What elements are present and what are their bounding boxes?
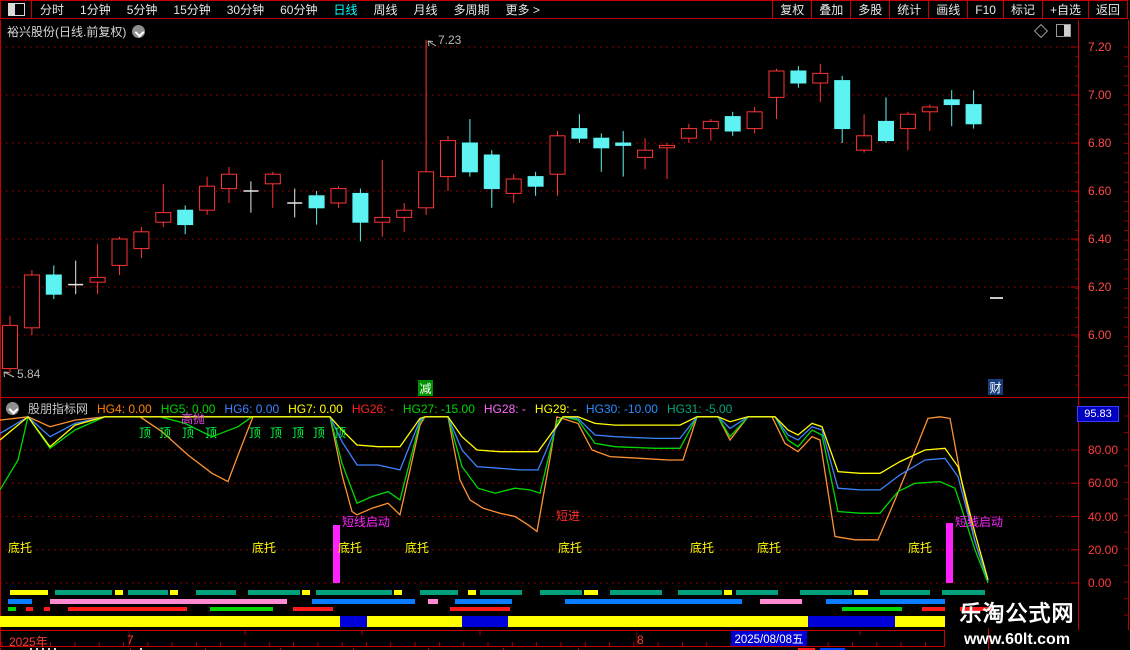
tab-daily[interactable]: 日线 [325,1,365,18]
topbar: 分时 1分钟 5分钟 15分钟 30分钟 60分钟 日线 周线 月线 多周期 更… [0,0,1128,19]
split-right-icon[interactable] [1056,24,1071,37]
topbar-right-buttons: 复权 叠加 多股 统计 画线 F10 标记 +自选 返回 [772,1,1127,18]
reduce-holdings-badge: 减 [418,380,433,396]
indicator-header[interactable]: 股朋指标网 HG4: 0.00 HG5: 0.00 HG6: 0.00 HG7: 0.… [6,400,732,417]
diamond-icon[interactable] [1033,23,1049,38]
layout-toggle-left[interactable] [1,1,32,18]
statistics-button[interactable]: 统计 [889,1,928,18]
tab-monthly[interactable]: 月线 [406,1,446,18]
tab-fenshi[interactable]: 分时 [32,1,72,18]
indicator-field-hg31: HG31: -5.00 [666,401,733,416]
timeline-axis[interactable]: 2025年 7 8 2025/08/08五 [0,630,945,649]
tab-more[interactable]: 更多 > [498,1,548,18]
back-button[interactable]: 返回 [1087,1,1127,18]
indicator-field-hg30: HG30: -10.00 [585,401,658,416]
indicator-field-hg4: HG4: 0.00 [97,401,152,416]
indicator-field-hg27: HG27: -15.00 [402,401,475,416]
add-watchlist-button[interactable]: +自选 [1041,1,1088,18]
indicator-name: 股朋指标网 [28,402,89,416]
tab-5min[interactable]: 5分钟 [119,1,166,18]
trading-app-window: 分时 1分钟 5分钟 15分钟 30分钟 60分钟 日线 周线 月线 多周期 更… [0,0,1130,650]
mark-button[interactable]: 标记 [1002,1,1042,18]
restore-rights-button[interactable]: 复权 [772,1,811,18]
high-price-annotation: 7.23 [438,33,462,47]
title-right-icons [1033,23,1071,38]
low-price-annotation: 5.84 [17,367,41,381]
timeline-month-8: 8 [637,633,644,647]
indicator-field-hg29: HG29: - [534,401,577,416]
finance-report-badge: 财 [988,379,1003,395]
draw-line-button[interactable]: 画线 [928,1,967,18]
multi-stock-button[interactable]: 多股 [850,1,889,18]
timeline-year-label: 2025年 [9,635,48,649]
indicator-field-hg5: HG5: 0.00 [160,401,216,416]
indicator-field-hg6: HG6: 0.00 [224,401,280,416]
timeline-date-box: 2025/08/08五 [731,631,807,646]
split-left-icon [7,3,25,16]
indicator-collapse-icon[interactable] [6,402,19,415]
tab-30min[interactable]: 30分钟 [219,1,272,18]
indicator-field-hg7: HG7: 0.00 [288,401,343,416]
overlay-button[interactable]: 叠加 [811,1,850,18]
tab-multi-period[interactable]: 多周期 [446,1,498,18]
watermark-url: www.60lt.com [963,631,1071,648]
tab-15min[interactable]: 15分钟 [165,1,218,18]
watermark: 乐淘公式网 www.60lt.com [952,596,1082,649]
chart-title: 裕兴股份(日线.前复权) [7,25,127,39]
f10-button[interactable]: F10 [967,1,1003,18]
indicator-field-hg26: HG26: - [351,401,394,416]
indicator-value-box: 95.83 [1077,406,1119,422]
indicator-fields: HG4: 0.00 HG5: 0.00 HG6: 0.00 HG7: 0.00 HG26… [97,402,732,416]
watermark-site-name: 乐淘公式网 [959,601,1075,626]
tab-weekly[interactable]: 周线 [365,1,405,18]
tab-1min[interactable]: 1分钟 [72,1,119,18]
chart-title-bar[interactable]: 裕兴股份(日线.前复权) [7,23,146,40]
indicator-field-hg28: HG28: - [483,401,526,416]
chevron-down-icon[interactable] [132,25,146,38]
tab-60min[interactable]: 60分钟 [272,1,325,18]
chart-canvas[interactable] [0,0,1130,650]
timeline-month-7: 7 [127,633,134,647]
